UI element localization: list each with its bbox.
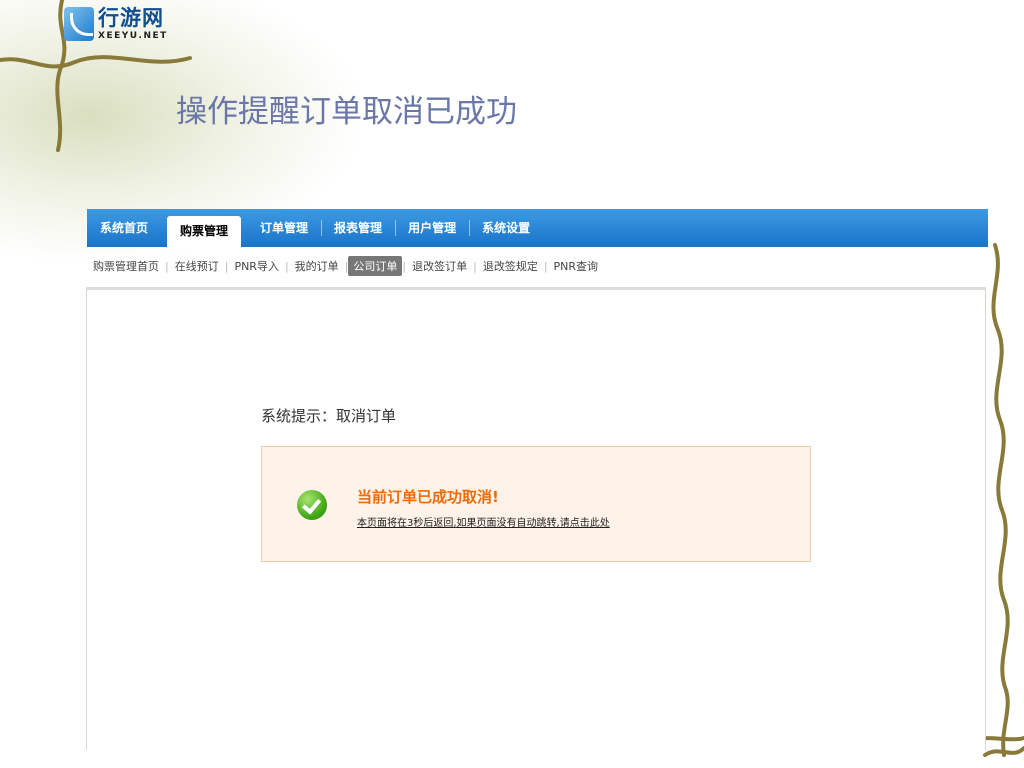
success-notice-box: 当前订单已成功取消! 本页面将在3秒后返回,如果页面没有自动跳转,请点击此处	[261, 446, 811, 562]
main-nav: 系统首页 购票管理 订单管理 报表管理 用户管理 系统设置	[87, 209, 988, 247]
nav-item-system-settings[interactable]: 系统设置	[469, 209, 543, 247]
page-title: 操作提醒订单取消已成功	[176, 94, 517, 130]
subnav-ticket-home[interactable]: 购票管理首页	[87, 258, 165, 274]
subnav-company-orders[interactable]: 公司订单	[348, 256, 403, 276]
nav-item-report-management[interactable]: 报表管理	[321, 209, 395, 247]
subnav-pnr-query[interactable]: PNR查询	[548, 258, 605, 274]
subnav-pnr-import[interactable]: PNR导入	[228, 258, 285, 274]
subnav-online-booking[interactable]: 在线预订	[169, 258, 225, 274]
notice-heading: 系统提示：取消订单	[261, 407, 397, 425]
logo-chinese-text: 行游网	[98, 5, 164, 30]
nav-item-order-management[interactable]: 订单管理	[247, 209, 321, 247]
redirect-link[interactable]: 本页面将在3秒后返回,如果页面没有自动跳转,请点击此处	[357, 514, 610, 529]
site-logo[interactable]: 行游网 XEEYU.NET	[64, 4, 168, 44]
success-check-icon	[297, 490, 327, 520]
subnav-refund-orders[interactable]: 退改签订单	[406, 258, 473, 274]
subnav-my-orders[interactable]: 我的订单	[289, 258, 345, 274]
logo-english-text: XEEYU.NET	[98, 30, 168, 41]
sub-nav: 购票管理首页 | 在线预订 | PNR导入 | 我的订单 | 公司订单 | 退改…	[87, 251, 988, 281]
logo-icon	[64, 7, 94, 41]
subnav-refund-rules[interactable]: 退改签规定	[477, 258, 544, 274]
nav-item-system-home[interactable]: 系统首页	[87, 209, 161, 247]
notice-title: 当前订单已成功取消!	[357, 488, 499, 506]
nav-item-user-management[interactable]: 用户管理	[395, 209, 469, 247]
nav-item-ticket-management[interactable]: 购票管理	[167, 216, 242, 247]
